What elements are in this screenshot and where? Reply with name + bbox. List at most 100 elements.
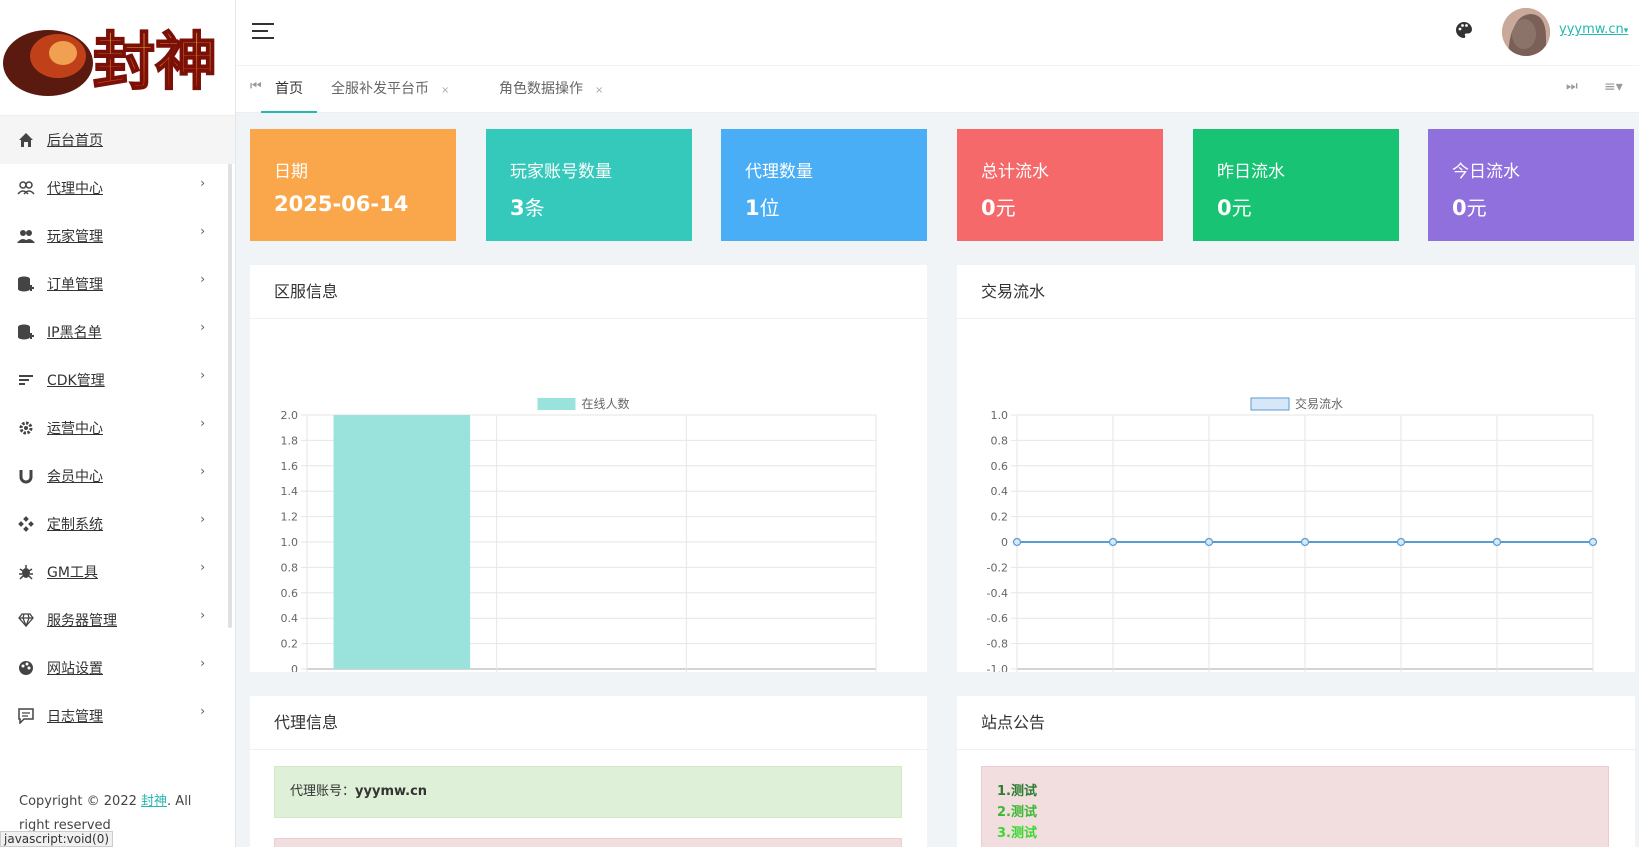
agent-account-label: 代理账号： bbox=[290, 784, 356, 799]
sidebar-item-gm-tools[interactable]: GM工具 › bbox=[0, 548, 235, 596]
palette-icon bbox=[17, 659, 35, 677]
stat-value: 3条 bbox=[510, 196, 545, 220]
y-tick-label: 0.2 bbox=[991, 511, 1009, 524]
y-tick-label: 0.2 bbox=[281, 638, 299, 651]
chevron-right-icon: › bbox=[200, 416, 205, 430]
sidebar-item-agent-center[interactable]: 代理中心 › bbox=[0, 164, 235, 212]
y-tick-label: -1.0 bbox=[987, 663, 1008, 672]
tab-reissue-currency[interactable]: 全服补发平台币 × bbox=[331, 66, 449, 113]
chevron-right-icon: › bbox=[200, 176, 205, 190]
y-tick-label: -0.2 bbox=[987, 561, 1008, 574]
stat-card-agents: 代理数量 1位 bbox=[721, 129, 927, 241]
sidebar-item-label: 日志管理 bbox=[47, 709, 103, 725]
stat-value: 2025-06-14 bbox=[274, 192, 409, 216]
user-menu[interactable]: yyymw.cn▾ bbox=[1559, 22, 1628, 37]
y-tick-label: 0.8 bbox=[991, 434, 1009, 447]
theme-palette-icon[interactable] bbox=[1454, 20, 1474, 44]
sidebar-item-logs[interactable]: 日志管理 › bbox=[0, 692, 235, 740]
y-tick-label: 0.6 bbox=[991, 460, 1009, 473]
tab-options-icon[interactable]: ≡▾ bbox=[1604, 79, 1623, 95]
database-plus-icon bbox=[17, 323, 35, 341]
y-tick-label: 2.0 bbox=[281, 409, 299, 422]
comment-icon bbox=[17, 707, 35, 725]
logo-text: 封神 bbox=[93, 25, 217, 98]
notice-item: 2.测试 bbox=[997, 805, 1037, 820]
sidebar-item-orders[interactable]: 订单管理 › bbox=[0, 260, 235, 308]
stat-title: 昨日流水 bbox=[1217, 162, 1285, 182]
y-tick-label: -0.4 bbox=[987, 587, 1008, 600]
y-tick-label: -0.8 bbox=[987, 638, 1008, 651]
data-point bbox=[1396, 537, 1406, 547]
data-point bbox=[1492, 537, 1502, 547]
agent-secondary-alert bbox=[274, 838, 902, 847]
stat-card-player-accounts: 玩家账号数量 3条 bbox=[486, 129, 692, 241]
legend-swatch bbox=[1250, 397, 1290, 411]
database-plus-icon bbox=[17, 275, 35, 293]
chevron-right-icon: › bbox=[200, 368, 205, 382]
copyright-link[interactable]: 封神 bbox=[141, 794, 167, 809]
sidebar-item-ip-blacklist[interactable]: IP黑名单 › bbox=[0, 308, 235, 356]
sidebar-item-cdk[interactable]: CDK管理 › bbox=[0, 356, 235, 404]
legend-swatch bbox=[537, 398, 576, 410]
tab-close-icon[interactable]: × bbox=[441, 85, 449, 96]
tab-scroll-left-icon[interactable]: ⏮ bbox=[250, 79, 262, 94]
list-icon bbox=[17, 371, 35, 389]
sidebar-menu: 后台首页 代理中心 › 玩家管理 › 订单管理 › IP黑名单 › CDK管理 … bbox=[0, 116, 235, 740]
notice-panel: 站点公告 1.测试 2.测试 3.测试 bbox=[957, 696, 1635, 847]
dots-icon bbox=[17, 515, 35, 533]
legend-label: 在线人数 bbox=[582, 396, 630, 411]
data-point bbox=[1012, 537, 1022, 547]
menu-toggle-icon[interactable] bbox=[252, 23, 274, 41]
tab-scroll-right-icon[interactable]: ⏭ bbox=[1566, 79, 1578, 94]
chevron-right-icon: › bbox=[200, 320, 205, 334]
sidebar-item-custom-system[interactable]: 定制系统 › bbox=[0, 500, 235, 548]
data-point bbox=[1588, 537, 1598, 547]
y-tick-label: 1.2 bbox=[281, 511, 299, 524]
y-tick-label: 1.8 bbox=[281, 434, 299, 447]
sidebar-item-label: 服务器管理 bbox=[47, 613, 117, 629]
y-tick-label: 0 bbox=[291, 663, 298, 672]
transactions-panel: 交易流水 交易流水 1.0 0.8 0.6 0.4 0.2 0 -0.2 -0.4 -0.6 -0.… bbox=[957, 265, 1635, 690]
chevron-right-icon: › bbox=[200, 272, 205, 286]
players-icon bbox=[17, 227, 35, 245]
sidebar-item-server-management[interactable]: 服务器管理 › bbox=[0, 596, 235, 644]
notice-item: 1.测试 bbox=[997, 784, 1037, 799]
logo[interactable]: 封神 bbox=[0, 0, 235, 116]
server-info-panel: 区服信息 在线人数 2.0 1.8 1.6 1.4 1.2 1.0 0.8 0.6 0.4 0.2 0… bbox=[250, 265, 927, 690]
tab-close-icon[interactable]: × bbox=[595, 85, 603, 96]
panel-title: 站点公告 bbox=[957, 696, 1635, 750]
sidebar-item-label: 网站设置 bbox=[47, 661, 103, 677]
panel-title: 代理信息 bbox=[250, 696, 927, 750]
chevron-right-icon: › bbox=[200, 704, 205, 718]
username-label: yyymw.cn bbox=[1559, 22, 1624, 37]
avatar[interactable] bbox=[1502, 8, 1550, 56]
sidebar-item-dashboard[interactable]: 后台首页 bbox=[0, 116, 235, 164]
tab-home[interactable]: 首页 bbox=[261, 66, 317, 113]
tab-role-data[interactable]: 角色数据操作 × bbox=[499, 66, 603, 113]
panel-title: 区服信息 bbox=[250, 265, 927, 319]
panel-title: 交易流水 bbox=[957, 265, 1635, 319]
sidebar-item-site-settings[interactable]: 网站设置 › bbox=[0, 644, 235, 692]
online-players-chart: 在线人数2.01.81.61.41.21.00.80.60.40.20梦幻一区二… bbox=[281, 396, 877, 690]
sidebar-item-label: 会员中心 bbox=[47, 469, 103, 485]
copyright-prefix: Copyright © 2022 bbox=[19, 794, 142, 809]
sidebar-item-players[interactable]: 玩家管理 › bbox=[0, 212, 235, 260]
transactions-chart: 交易流水 1.0 0.8 0.6 0.4 0.2 0 -0.2 -0.4 -0.6 -0.8 -1.0… bbox=[982, 396, 1605, 690]
tab-label: 全服补发平台币 bbox=[331, 81, 429, 97]
y-tick-label: 1.4 bbox=[281, 485, 299, 498]
sidebar-item-members[interactable]: 会员中心 › bbox=[0, 452, 235, 500]
logo-image: 封神 bbox=[2, 24, 218, 99]
home-icon bbox=[17, 131, 35, 149]
chevron-right-icon: › bbox=[200, 464, 205, 478]
y-tick-label: 0.6 bbox=[281, 587, 299, 600]
sidebar-item-operations[interactable]: 运营中心 › bbox=[0, 404, 235, 452]
magnet-icon bbox=[17, 467, 35, 485]
users-icon bbox=[17, 179, 35, 197]
stat-value: 0元 bbox=[1452, 196, 1487, 220]
sidebar-item-label: CDK管理 bbox=[47, 373, 105, 389]
agent-account-value: yyymw.cn bbox=[355, 784, 428, 799]
stat-card-today-revenue: 今日流水 0元 bbox=[1428, 129, 1634, 241]
y-tick-label: 0.4 bbox=[991, 485, 1009, 498]
stat-value: 0元 bbox=[1217, 196, 1252, 220]
chevron-right-icon: › bbox=[200, 608, 205, 622]
